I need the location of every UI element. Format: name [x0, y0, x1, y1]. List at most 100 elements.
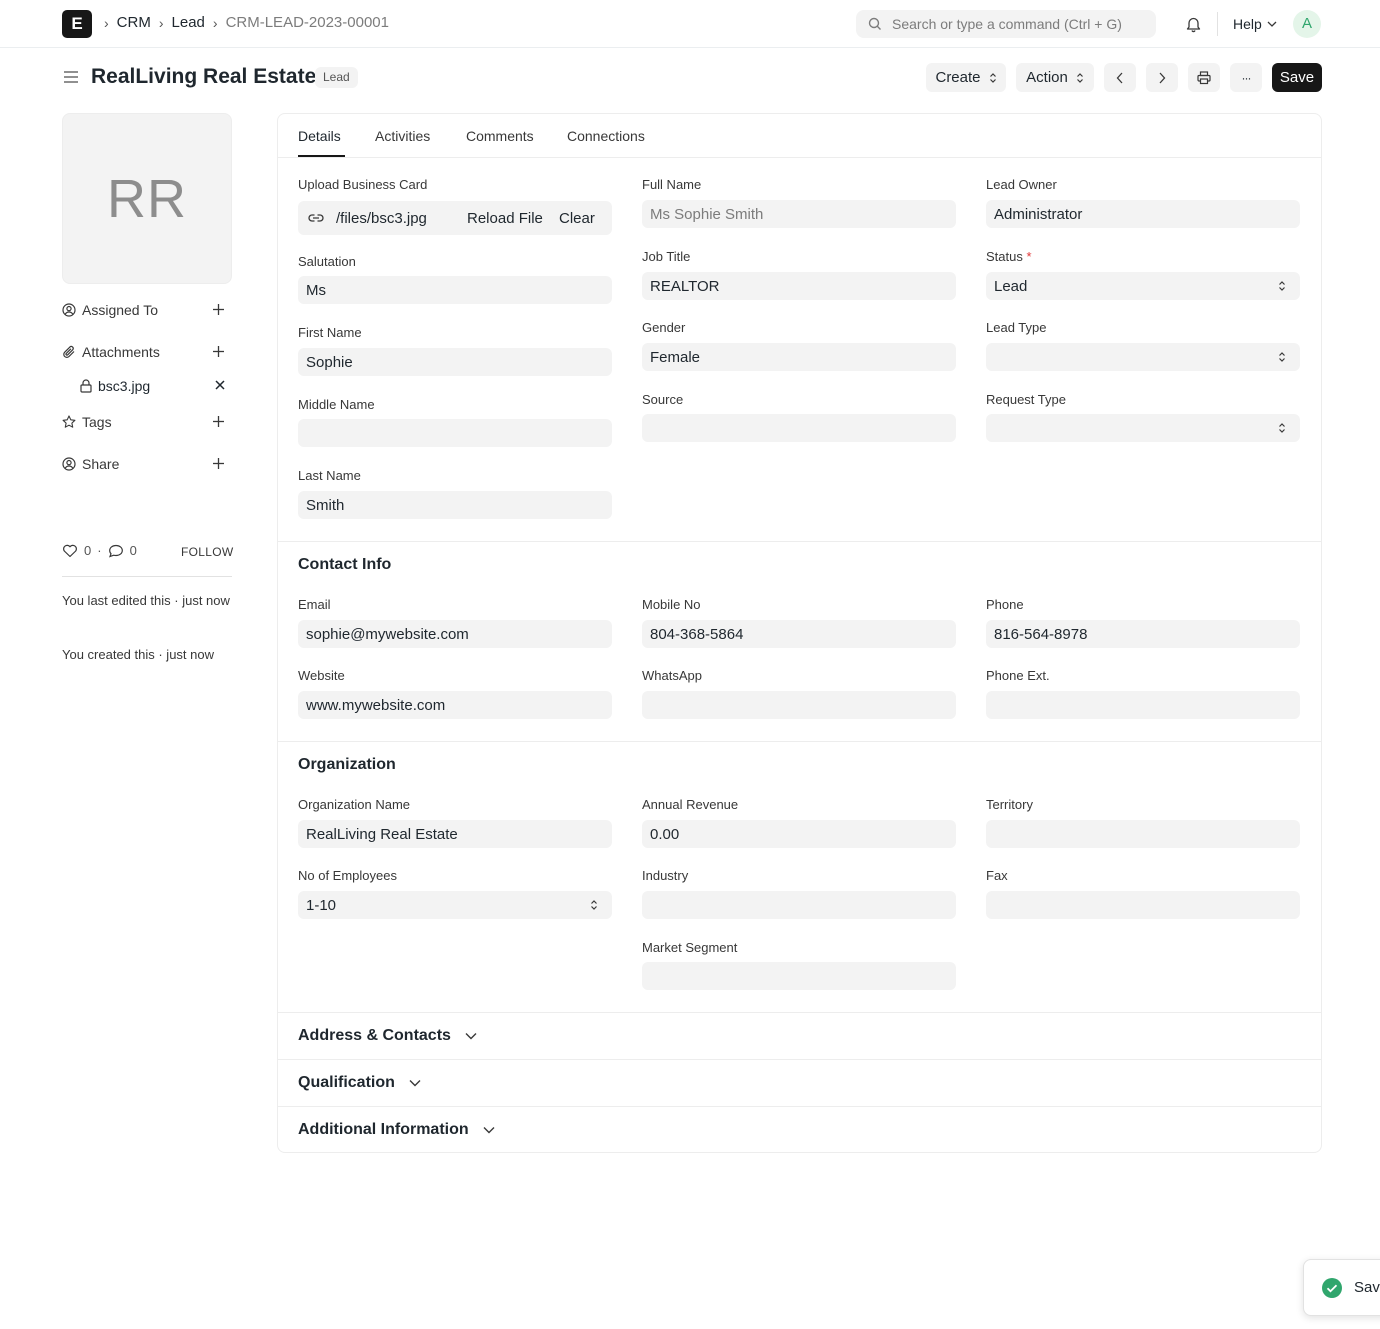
- remove-attachment-icon[interactable]: [215, 380, 225, 390]
- user-avatar[interactable]: A: [1293, 10, 1321, 38]
- job-title-field[interactable]: REALTOR: [642, 272, 956, 300]
- search-input[interactable]: Search or type a command (Ctrl + G): [856, 10, 1156, 38]
- source-field[interactable]: [642, 414, 956, 442]
- reload-file-button[interactable]: Reload File: [467, 210, 543, 227]
- tab-details[interactable]: Details: [298, 128, 341, 144]
- toast-text: Save: [1354, 1279, 1380, 1296]
- saved-toast: Save: [1303, 1259, 1380, 1316]
- additional-information-section-toggle[interactable]: Additional Information: [298, 1121, 495, 1139]
- chevron-down-icon: [483, 1126, 495, 1134]
- add-tag-icon[interactable]: [212, 415, 225, 428]
- breadcrumb-crm[interactable]: CRM: [117, 14, 151, 31]
- more-button[interactable]: ···: [1230, 63, 1262, 92]
- tab-activities[interactable]: Activities: [375, 128, 430, 144]
- mobile-no-field[interactable]: 804-368-5864: [642, 620, 956, 648]
- attachment-item[interactable]: bsc3.jpg: [80, 376, 232, 396]
- select-arrows-icon: [590, 899, 598, 911]
- organization-name-field[interactable]: RealLiving Real Estate: [298, 820, 612, 848]
- address-contacts-section-toggle[interactable]: Address & Contacts: [298, 1027, 477, 1045]
- paperclip-icon: [62, 345, 76, 359]
- lock-icon: [80, 379, 92, 393]
- upload-business-card-label: Upload Business Card: [298, 177, 428, 192]
- create-button[interactable]: Create: [926, 63, 1006, 92]
- next-button[interactable]: [1146, 63, 1178, 92]
- previous-button[interactable]: [1104, 63, 1136, 92]
- section-divider: [278, 541, 1321, 542]
- email-label: Email: [298, 597, 331, 612]
- add-attachment-icon[interactable]: [212, 345, 225, 358]
- annual-revenue-field[interactable]: 0.00: [642, 820, 956, 848]
- comment-icon[interactable]: [108, 544, 124, 558]
- bell-icon[interactable]: [1185, 15, 1202, 33]
- last-name-field[interactable]: Smith: [298, 491, 612, 519]
- follow-button[interactable]: FOLLOW: [181, 545, 233, 559]
- phone-field[interactable]: 816-564-8978: [986, 620, 1300, 648]
- territory-label: Territory: [986, 797, 1033, 812]
- print-button[interactable]: [1188, 63, 1220, 92]
- page-title: RealLiving Real Estate: [91, 65, 317, 88]
- chevron-right-icon: ›: [212, 14, 218, 31]
- printer-icon: [1197, 70, 1211, 85]
- clear-file-button[interactable]: Clear: [559, 210, 595, 227]
- no-of-employees-select[interactable]: 1-10: [298, 891, 612, 919]
- heart-icon[interactable]: [62, 544, 78, 558]
- market-segment-field[interactable]: [642, 962, 956, 990]
- section-divider: [278, 1012, 1321, 1013]
- lead-owner-field[interactable]: Administrator: [986, 200, 1300, 228]
- lead-avatar[interactable]: RR: [62, 113, 232, 284]
- help-dropdown[interactable]: Help: [1233, 16, 1277, 32]
- full-name-label: Full Name: [642, 177, 702, 192]
- more-icon: ···: [1241, 70, 1252, 85]
- link-icon: [308, 213, 324, 223]
- chevron-right-icon: ›: [104, 14, 109, 31]
- assigned-to-row: Assigned To: [62, 299, 232, 321]
- star-icon: [62, 415, 76, 429]
- tab-comments[interactable]: Comments: [466, 128, 534, 144]
- upload-business-card-field: /files/bsc3.jpg Reload File Clear: [298, 201, 612, 235]
- qualification-section-toggle[interactable]: Qualification: [298, 1074, 421, 1092]
- tab-connections[interactable]: Connections: [567, 128, 645, 144]
- salutation-field[interactable]: Ms: [298, 276, 612, 304]
- like-count: 0: [84, 543, 92, 558]
- industry-field[interactable]: [642, 891, 956, 919]
- breadcrumb-lead[interactable]: Lead: [172, 14, 205, 31]
- chevron-right-icon: [1158, 72, 1166, 84]
- lead-type-select[interactable]: [986, 343, 1300, 371]
- job-title-label: Job Title: [642, 249, 691, 264]
- add-share-icon[interactable]: [212, 457, 225, 470]
- fax-field[interactable]: [986, 891, 1300, 919]
- sidebar-toggle-icon[interactable]: [63, 70, 79, 84]
- status-badge: Lead: [315, 67, 358, 88]
- email-field[interactable]: sophie@mywebsite.com: [298, 620, 612, 648]
- save-button[interactable]: Save: [1272, 63, 1322, 92]
- attachments-label: Attachments: [82, 344, 160, 360]
- territory-field[interactable]: [986, 820, 1300, 848]
- status-select[interactable]: Lead: [986, 272, 1300, 300]
- contact-info-heading: Contact Info: [298, 556, 392, 573]
- dot-separator: ·: [97, 543, 102, 558]
- last-name-label: Last Name: [298, 468, 361, 483]
- attachment-filename[interactable]: bsc3.jpg: [98, 378, 150, 394]
- app-logo[interactable]: E: [62, 10, 92, 38]
- gender-field[interactable]: Female: [642, 343, 956, 371]
- add-assignee-icon[interactable]: [212, 303, 225, 316]
- whatsapp-field[interactable]: [642, 691, 956, 719]
- status-label-text: Status: [986, 249, 1023, 264]
- website-field[interactable]: www.mywebsite.com: [298, 691, 612, 719]
- middle-name-field[interactable]: [298, 419, 612, 447]
- source-label: Source: [642, 392, 684, 407]
- first-name-field[interactable]: Sophie: [298, 348, 612, 376]
- share-row: Share: [62, 453, 232, 475]
- phone-ext-field[interactable]: [986, 691, 1300, 719]
- section-divider: [278, 1059, 1321, 1060]
- action-button[interactable]: Action: [1016, 63, 1094, 92]
- divider: [1217, 12, 1218, 36]
- help-label: Help: [1233, 16, 1262, 32]
- request-type-label: Request Type: [986, 392, 1066, 407]
- request-type-select[interactable]: [986, 414, 1300, 442]
- breadcrumb: › CRM › Lead › CRM-LEAD-2023-00001: [104, 14, 389, 31]
- activity-created: You created this · just now: [62, 647, 214, 662]
- additional-information-heading: Additional Information: [298, 1121, 469, 1138]
- business-card-file-link[interactable]: /files/bsc3.jpg: [336, 210, 427, 227]
- select-arrows-icon: [1278, 280, 1286, 292]
